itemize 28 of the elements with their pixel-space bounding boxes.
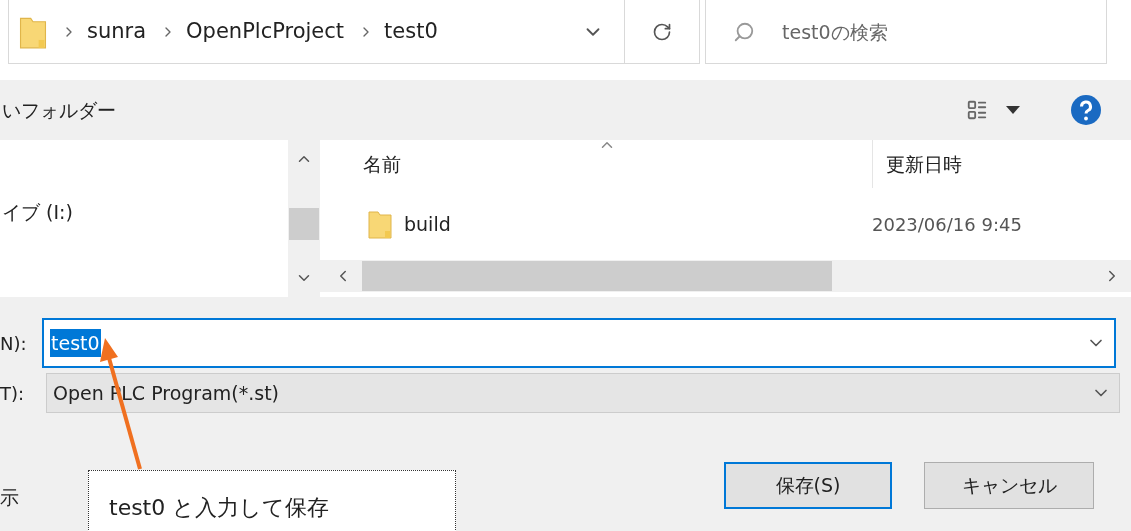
view-icon[interactable] [966, 99, 988, 121]
horizontal-scrollbar[interactable] [320, 260, 1131, 292]
column-header[interactable]: 更新日時 [873, 149, 962, 179]
hide-folders-label[interactable]: 示 [0, 483, 19, 512]
field-label: N): [0, 331, 28, 356]
help-icon[interactable] [1070, 94, 1102, 126]
file-name[interactable]: build [404, 209, 872, 239]
field-label: T): [0, 381, 26, 406]
modified-date: 2023/06/16 9:45 [872, 212, 1022, 237]
scroll-thumb[interactable] [362, 261, 832, 291]
nav-item[interactable]: イブ (I:) [0, 198, 288, 227]
save-button[interactable]: 保存(S) [724, 461, 892, 509]
caret-icon[interactable] [1006, 105, 1020, 115]
file-name-value: test0 [50, 328, 101, 358]
scroll-thumb[interactable] [289, 208, 319, 240]
annotation-callout: test0 と入力して保存 [88, 470, 456, 531]
column-header[interactable]: 名前 [320, 149, 872, 179]
search-field[interactable]: test0の検索 [705, 0, 1107, 64]
breadcrumb-item[interactable]: test0 [384, 15, 438, 48]
breadcrumb-item[interactable]: OpenPlcProject [186, 15, 345, 48]
address-bar[interactable]: sunra OpenPlcProject test0 [8, 0, 700, 64]
file-name-field[interactable]: test0 [42, 318, 1116, 368]
refresh-icon[interactable] [652, 21, 672, 42]
search-icon [733, 21, 755, 43]
folder-icon [368, 209, 392, 239]
breadcrumb-item[interactable]: sunra [87, 15, 147, 48]
cancel-button[interactable]: キャンセル [924, 461, 1094, 509]
new-folder-button[interactable]: いフォルダー [2, 95, 116, 125]
